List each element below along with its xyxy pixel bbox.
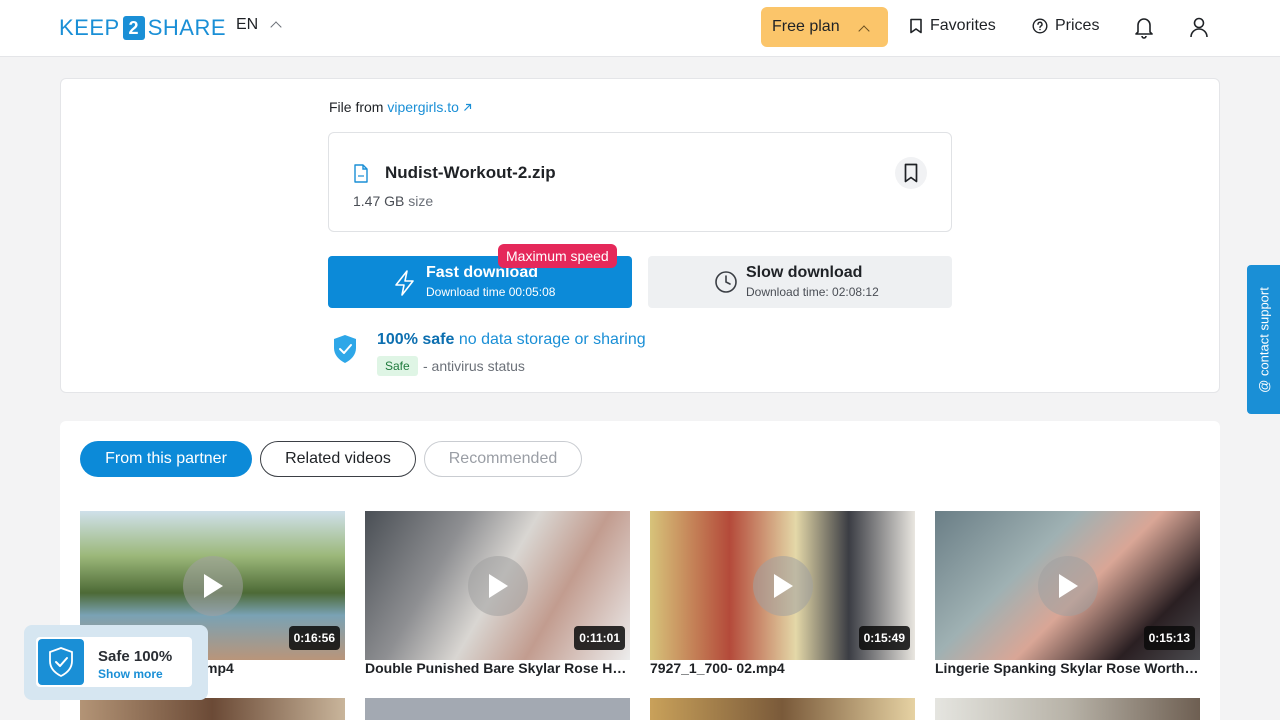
video-duration: 0:15:49	[858, 626, 910, 650]
video-thumbnail[interactable]	[365, 698, 630, 720]
language-selector[interactable]: EN	[236, 16, 282, 34]
video-duration: 0:16:56	[288, 626, 340, 650]
video-thumbnail[interactable]: 0:15:49	[650, 511, 915, 660]
logo-text-left: KEEP	[59, 15, 120, 40]
file-size-value: 1.47 GB	[353, 193, 405, 209]
favorites-label: Favorites	[930, 17, 996, 34]
bell-icon	[1135, 18, 1153, 39]
video-thumbnail[interactable]	[80, 698, 345, 720]
shield-check-icon	[334, 335, 356, 363]
profile-button[interactable]	[1186, 14, 1212, 40]
notifications-button[interactable]	[1131, 14, 1157, 40]
bookmark-icon	[904, 163, 918, 183]
shield-check-icon	[38, 639, 84, 685]
video-title[interactable]: Double Punished Bare Skylar Rose Hair…	[365, 660, 630, 676]
file-info-box: Nudist-Workout-2.zip 1.47 GB size	[328, 132, 952, 232]
file-size: 1.47 GB size	[353, 193, 433, 209]
header: KEEP 2 SHARE EN Free plan Favorites Pric…	[0, 0, 1280, 57]
video-thumbnail[interactable]: 0:15:13	[935, 511, 1200, 660]
file-icon	[354, 164, 368, 183]
show-more-link[interactable]: Show more	[98, 667, 163, 681]
file-source: File from vipergirls.to	[329, 99, 472, 115]
bookmark-icon	[910, 18, 922, 34]
play-icon[interactable]	[1038, 556, 1098, 616]
clock-icon	[715, 271, 737, 293]
lightning-icon	[395, 270, 414, 296]
slow-download-button[interactable]: Slow download Download time: 02:08:12	[648, 256, 952, 308]
favorites-link[interactable]: Favorites	[909, 17, 996, 35]
maximum-speed-badge: Maximum speed	[498, 244, 617, 268]
file-size-suffix: size	[408, 193, 434, 209]
safety-rest: no data storage or sharing	[458, 331, 646, 348]
tab-recommended[interactable]: Recommended	[424, 441, 582, 477]
tab-related-videos[interactable]: Related videos	[260, 441, 416, 477]
safety-bold: 100% safe	[377, 331, 455, 348]
file-card: File from vipergirls.to Nudist-Workout-2…	[60, 78, 1220, 393]
logo[interactable]: KEEP 2 SHARE	[59, 14, 226, 42]
tab-from-this-partner[interactable]: From this partner	[80, 441, 252, 477]
chevron-up-icon	[270, 21, 282, 33]
file-source-site: vipergirls.to	[387, 99, 459, 115]
safe-widget-inner: Safe 100% Show more	[36, 637, 192, 687]
prices-link[interactable]: Prices	[1032, 17, 1099, 35]
file-source-link[interactable]: vipergirls.to	[387, 99, 471, 115]
play-icon[interactable]	[468, 556, 528, 616]
external-link-icon	[463, 103, 471, 111]
user-icon	[1190, 17, 1208, 38]
video-thumbnail[interactable]: 0:11:01	[365, 511, 630, 660]
video-duration: 0:15:13	[1143, 626, 1195, 650]
slow-download-title: Slow download	[746, 264, 863, 281]
plan-label: Free plan	[772, 18, 840, 35]
video-thumbnail[interactable]	[650, 698, 915, 720]
antivirus-status-badge: Safe	[377, 356, 418, 376]
language-label: EN	[236, 16, 259, 33]
play-icon[interactable]	[753, 556, 813, 616]
video-title[interactable]: 7927_1_700- 02.mp4	[650, 660, 915, 676]
slow-download-time: Download time: 02:08:12	[746, 285, 879, 299]
contact-support-label: @ contact support	[1256, 286, 1271, 393]
video-title[interactable]: Lingerie Spanking Skylar Rose Worth th…	[935, 660, 1200, 676]
logo-text-right: SHARE	[147, 15, 226, 40]
videos-section: From this partner Related videos Recomme…	[60, 421, 1220, 720]
safety-statement: 100% safe no data storage or sharing	[377, 331, 646, 349]
contact-support-tab[interactable]: @ contact support	[1247, 265, 1280, 414]
file-source-prefix: File from	[329, 99, 384, 115]
fast-download-time: Download time 00:05:08	[426, 285, 556, 299]
antivirus-status-label: - antivirus status	[423, 358, 525, 374]
plan-button[interactable]: Free plan	[761, 7, 888, 47]
help-circle-icon	[1032, 18, 1048, 34]
video-thumbnail[interactable]	[935, 698, 1200, 720]
chevron-up-icon	[858, 25, 870, 37]
file-name: Nudist-Workout-2.zip	[385, 163, 556, 182]
safe-widget[interactable]: Safe 100% Show more	[24, 625, 208, 700]
play-icon[interactable]	[183, 556, 243, 616]
safe-widget-title: Safe 100%	[98, 648, 173, 665]
logo-badge: 2	[122, 16, 145, 40]
add-to-favorites-button[interactable]	[895, 157, 927, 189]
video-duration: 0:11:01	[574, 626, 625, 650]
prices-label: Prices	[1055, 17, 1100, 34]
